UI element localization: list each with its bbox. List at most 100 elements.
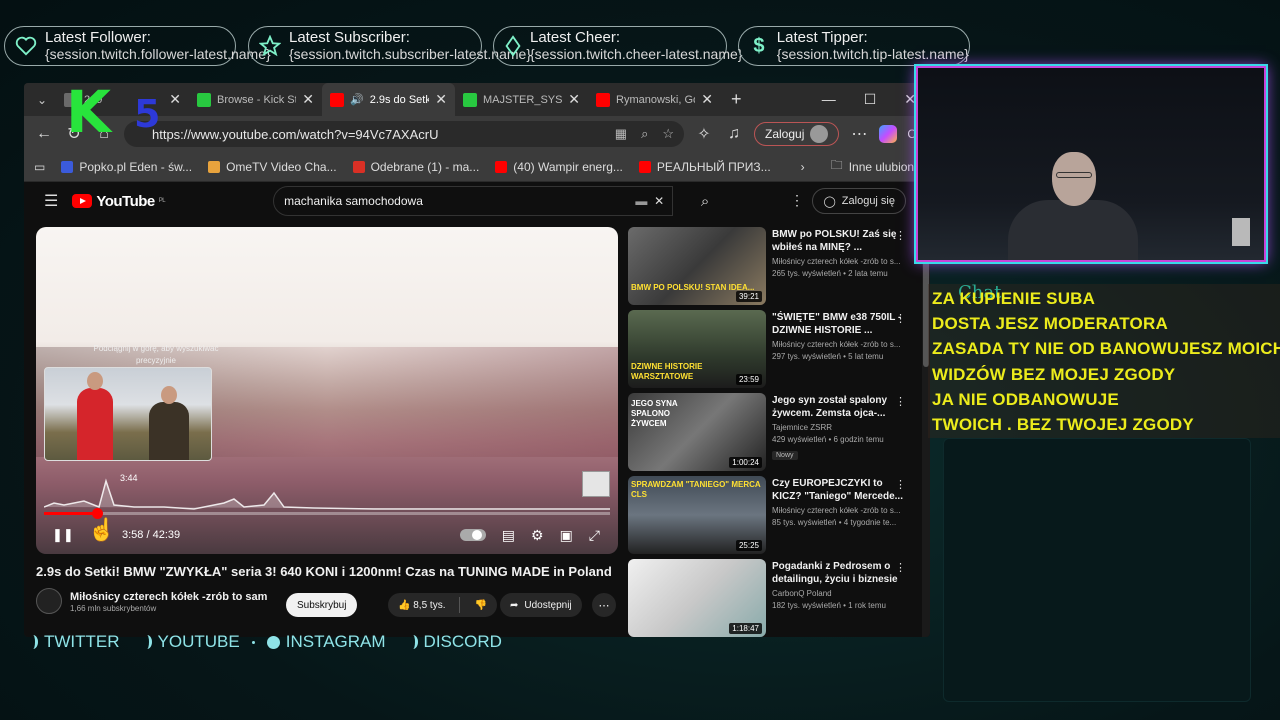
- bookmark-item[interactable]: (40) Wampir energ...: [495, 160, 623, 174]
- profile-login-button[interactable]: Zaloguj: [754, 122, 840, 146]
- social-label: DISCORD: [423, 632, 502, 651]
- bookmark-panel-icon[interactable]: ▭: [34, 160, 45, 174]
- tab-actions-menu[interactable]: ⌄: [28, 88, 56, 112]
- back-arrow-icon[interactable]: ←: [34, 125, 54, 143]
- close-icon[interactable]: ✕: [701, 91, 713, 108]
- bookmark-item[interactable]: OmeTV Video Cha...: [208, 160, 337, 174]
- pause-icon[interactable]: ❚❚: [52, 527, 74, 543]
- search-button[interactable]: ⌕: [687, 186, 723, 216]
- close-icon[interactable]: ✕: [568, 91, 580, 108]
- more-options-icon[interactable]: ⋯: [849, 124, 869, 144]
- channel-name[interactable]: Miłośnicy czterech kółek -zrób to sam: [70, 590, 267, 604]
- clear-search-icon[interactable]: ✕: [654, 194, 664, 208]
- favorite-star-icon[interactable]: ☆: [662, 126, 674, 142]
- related-thumbnail[interactable]: BMW PO POLSKU! STAN IDEA... 39:21: [628, 227, 766, 305]
- tab-rymanowski[interactable]: Rymanowski, Go ✕: [588, 83, 721, 116]
- share-button[interactable]: ➦ Udostępnij: [500, 593, 582, 617]
- heart-icon: [15, 33, 37, 59]
- related-channel: Miłośnicy czterech kółek -zrób to s...: [772, 257, 901, 266]
- zoom-icon[interactable]: ⌕: [641, 126, 648, 142]
- fullscreen-icon[interactable]: ⤢: [589, 527, 600, 544]
- bookmark-item[interactable]: Odebrane (1) - ma...: [352, 160, 479, 174]
- bookmark-label: Popko.pl Eden - św...: [79, 159, 193, 174]
- related-thumbnail[interactable]: SPRAWDZAM "TANIEGO" MERCA CLS 25:25: [628, 476, 766, 554]
- related-views: 265 tys. wyświetleń • 2 lata temu: [772, 269, 888, 278]
- social-label: YOUTUBE: [157, 632, 240, 651]
- progress-played: [44, 512, 97, 515]
- settings-gear-icon[interactable]: ⚙: [531, 527, 544, 544]
- kebab-menu-icon[interactable]: ⋮: [895, 229, 906, 242]
- tab-youtube-active[interactable]: 🔊 2.9s do Setki ✕: [322, 83, 455, 116]
- related-channel: Miłośnicy czterech kółek -zrób to s...: [772, 340, 901, 349]
- subscribe-button[interactable]: Subskrybuj: [286, 593, 358, 617]
- close-icon[interactable]: ✕: [302, 91, 314, 108]
- autoplay-toggle[interactable]: [459, 529, 486, 541]
- related-thumbnail[interactable]: DZIWNE HISTORIE WARSZTATOWE 23:59: [628, 310, 766, 388]
- related-video-item[interactable]: JEGO SYNA SPALONO ŻYWCEM 1:00:24 Jego sy…: [628, 393, 908, 476]
- youtube-page: ☰ YouTube PL machanika samochodowa ▬ ✕ ⌕…: [24, 182, 930, 637]
- search-value: machanika samochodowa: [284, 194, 423, 208]
- bookmark-favicon-icon: [208, 160, 221, 173]
- related-title: BMW po POLSKU! Zaś się wbiłeś na MINĘ? .…: [772, 229, 897, 253]
- kebab-menu-icon[interactable]: ⋮: [895, 312, 906, 325]
- subtitles-icon[interactable]: ▤: [502, 527, 515, 544]
- related-title: "ŚWIĘTE" BMW e38 750IL - DZIWNE HISTORIE…: [772, 312, 902, 336]
- chevron-right-icon[interactable]: ›: [801, 160, 805, 174]
- bookmark-label: (40) Wampir energ...: [513, 159, 623, 174]
- alert-latest-subscriber: Latest Subscriber: {session.twitch.subscr…: [248, 26, 531, 66]
- thumbnail-caption: DZIWNE HISTORIE WARSZTATOWE: [631, 362, 703, 381]
- bookmark-item[interactable]: РЕАЛЬНЫЙ ПРИЗ...: [638, 160, 771, 174]
- related-video-item[interactable]: BMW PO POLSKU! STAN IDEA... 39:21 BMW po…: [628, 227, 908, 310]
- twitter-icon: [28, 635, 38, 649]
- thumbnail-caption: SPRAWDZAM "TANIEGO" MERCA CLS: [631, 480, 761, 499]
- app-grid-icon[interactable]: ▦: [615, 126, 627, 142]
- other-bookmarks-label: Inne ulubione: [848, 159, 921, 174]
- related-title: Jego syn został spalony żywcem. Zemsta o…: [772, 395, 888, 419]
- minimize-icon[interactable]: —: [822, 91, 836, 108]
- theater-mode-icon[interactable]: ▣: [560, 527, 573, 544]
- related-thumbnail[interactable]: 1:18:47: [628, 559, 766, 637]
- search-input[interactable]: machanika samochodowa ▬ ✕: [273, 186, 674, 216]
- signin-button[interactable]: ◯ Zaloguj się: [812, 188, 906, 214]
- copilot-icon[interactable]: [879, 125, 898, 143]
- other-bookmarks[interactable]: 🗀 Inne ulubione: [831, 156, 921, 177]
- preview-person: [149, 386, 189, 460]
- address-bar[interactable]: https://www.youtube.com/watch?v=94Vc7AXA…: [124, 121, 684, 147]
- more-actions-icon[interactable]: ⋯: [592, 593, 616, 617]
- hamburger-menu-icon[interactable]: ☰: [44, 191, 58, 211]
- dislike-icon[interactable]: 👎: [474, 600, 486, 611]
- close-icon[interactable]: ✕: [435, 91, 447, 108]
- kebab-menu-icon[interactable]: ⋮: [895, 478, 906, 491]
- speaker-icon[interactable]: 🔊: [350, 93, 364, 106]
- like-count: 8,5 tys.: [413, 599, 446, 611]
- tab-kick-browse[interactable]: Browse - Kick Str ✕: [189, 83, 322, 116]
- new-tab-plus-icon[interactable]: +: [731, 89, 742, 110]
- login-label: Zaloguj: [765, 127, 805, 141]
- channel-avatar[interactable]: [36, 588, 62, 614]
- media-control-icon[interactable]: ♫: [724, 125, 744, 143]
- kick-favicon-icon: [197, 92, 211, 107]
- like-button[interactable]: 👍 8,5 tys.: [398, 600, 445, 611]
- related-video-item[interactable]: SPRAWDZAM "TANIEGO" MERCA CLS 25:25 Czy …: [628, 476, 908, 559]
- kebab-menu-icon[interactable]: ⋮: [895, 395, 906, 408]
- keyboard-icon[interactable]: ▬: [635, 194, 647, 208]
- tab-majster[interactable]: MAJSTER_SYS_V ✕: [455, 83, 588, 116]
- related-video-item[interactable]: DZIWNE HISTORIE WARSZTATOWE 23:59 "ŚWIĘT…: [628, 310, 908, 393]
- settings-more-icon[interactable]: ⋮: [790, 192, 804, 209]
- extensions-icon[interactable]: ✧: [694, 124, 714, 144]
- kebab-menu-icon[interactable]: ⋮: [895, 561, 906, 574]
- youtube-logo[interactable]: YouTube PL: [72, 193, 166, 210]
- related-thumbnail[interactable]: JEGO SYNA SPALONO ŻYWCEM 1:00:24: [628, 393, 766, 471]
- bookmark-item[interactable]: Popko.pl Eden - św...: [61, 160, 192, 174]
- related-video-item[interactable]: 1:18:47 Pogadanki z Pedrosem o detailing…: [628, 559, 908, 637]
- thumbnail-caption: JEGO SYNA SPALONO ŻYWCEM: [631, 399, 678, 428]
- video-player[interactable]: Podciągnij w górę, aby wyszukiwać precyz…: [36, 227, 618, 554]
- webcam-frame: [916, 66, 1266, 262]
- related-channel: Tajemnice ZSRR: [772, 423, 833, 432]
- tab-label: 2.9s do Setki: [369, 93, 430, 106]
- close-icon[interactable]: ✕: [169, 91, 181, 108]
- progress-bar[interactable]: [44, 508, 610, 519]
- window-close-icon[interactable]: ✕: [904, 91, 916, 108]
- channel-info: Miłośnicy czterech kółek -zrób to sam 1,…: [36, 588, 267, 614]
- maximize-icon[interactable]: ☐: [864, 91, 877, 108]
